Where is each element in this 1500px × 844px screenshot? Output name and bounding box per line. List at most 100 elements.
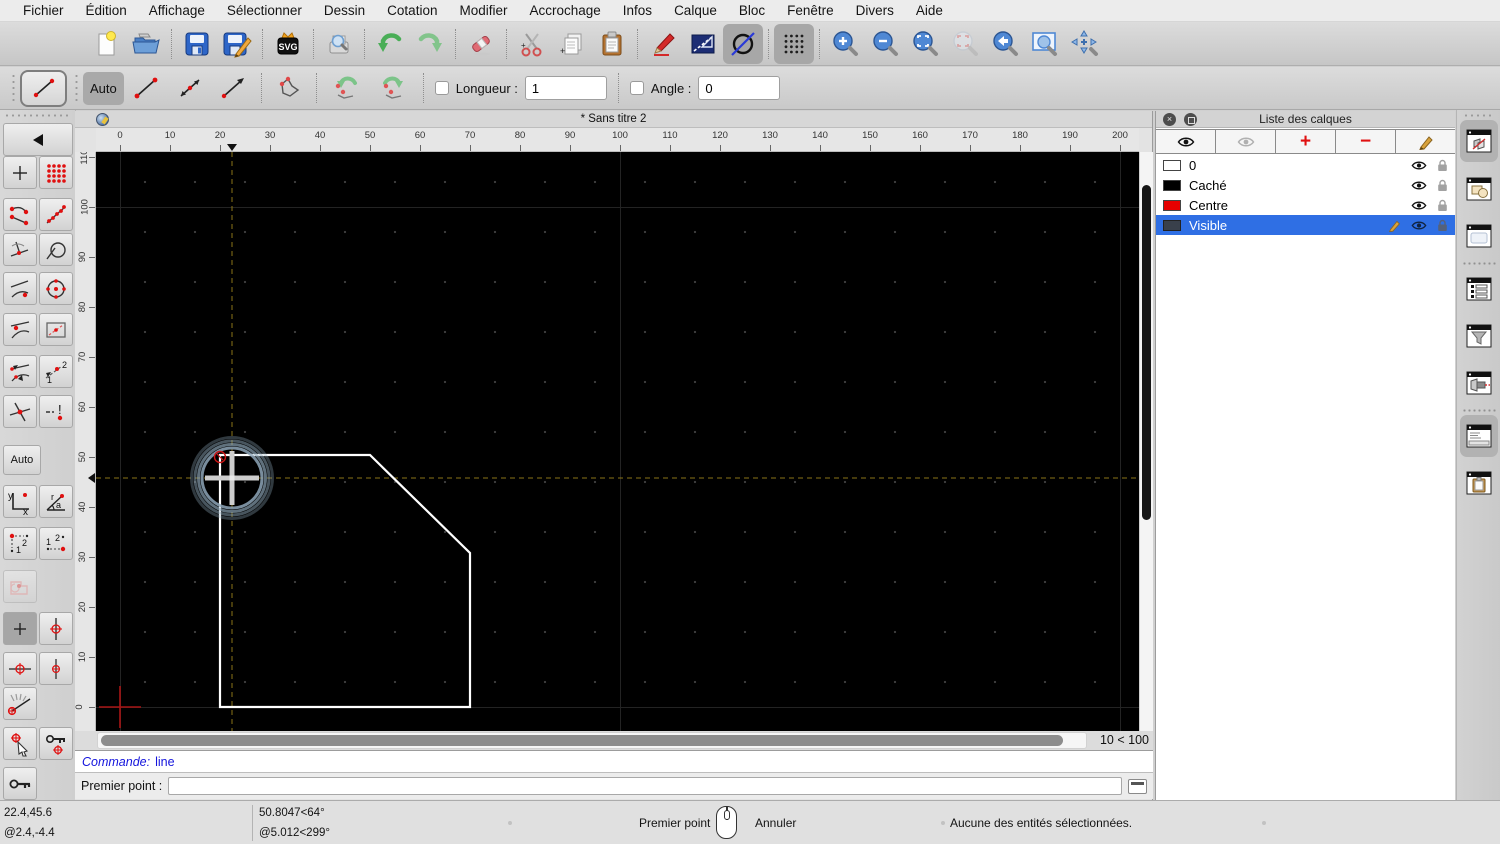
menu-selectionner[interactable]: Sélectionner [216,3,313,18]
copy-button[interactable]: + [552,24,592,64]
layer-row-cache[interactable]: Caché [1156,175,1455,195]
open-file-button[interactable] [126,24,166,64]
print-preview-button[interactable] [319,24,359,64]
menu-dessin[interactable]: Dessin [313,3,376,18]
command-input[interactable] [168,777,1122,795]
toolbar-handle[interactable] [1463,113,1493,118]
toggle-block-list-button[interactable] [1460,168,1498,210]
snap-grid-button[interactable] [39,156,73,189]
length-input[interactable] [525,76,607,100]
restrict-horizontal-button[interactable] [3,652,37,685]
remove-layer-button[interactable]: − [1336,130,1396,153]
zoom-in-button[interactable] [825,24,865,64]
horizontal-scrollbar-thumb[interactable] [101,735,1063,746]
menu-infos[interactable]: Infos [612,3,663,18]
restrict-orthogonal-button[interactable] [39,652,73,685]
zoom-selected-button[interactable] [945,24,985,64]
layer-lock-icon[interactable] [1437,219,1448,232]
menu-cotation[interactable]: Cotation [376,3,448,18]
vertical-scrollbar[interactable] [1139,152,1153,731]
toggle-layer-list-button[interactable] [1460,120,1498,162]
snap-middle-button[interactable] [3,313,37,346]
layer-color-swatch[interactable] [1163,220,1181,231]
lineweight-preview-button[interactable] [683,24,723,64]
zoom-window-button[interactable] [1025,24,1065,64]
layer-lock-icon[interactable] [1437,179,1448,192]
toggle-property-editor-button[interactable] [1460,268,1498,310]
menu-modifier[interactable]: Modifier [448,3,518,18]
layer-color-swatch[interactable] [1163,180,1181,191]
undo-button[interactable] [370,24,410,64]
angle-checkbox[interactable] [630,81,644,95]
cut-button[interactable]: + [512,24,552,64]
restrict-free-button[interactable] [3,612,37,645]
toggle-pen-palette-button[interactable] [1460,362,1498,404]
menu-affichage[interactable]: Affichage [138,3,216,18]
layer-row-visible[interactable]: Visible [1156,215,1455,235]
redo-segment-button[interactable] [370,72,418,105]
toolbar-handle[interactable] [11,73,17,103]
zoom-previous-button[interactable] [985,24,1025,64]
line-horizontal-button[interactable] [212,72,256,105]
layer-visibility-icon[interactable] [1411,180,1427,191]
snap-intersection-manual-button[interactable]: ! [39,395,73,428]
toolbar-handle[interactable] [74,73,80,103]
snap-endpoint-button[interactable] [3,198,37,231]
line-two-points-button[interactable] [124,72,168,105]
line-angle-button[interactable] [168,72,212,105]
draw-pen-button[interactable] [643,24,683,64]
key-button[interactable] [3,767,37,800]
toggle-library-browser-button[interactable] [1460,215,1498,257]
snap-intersection-button[interactable] [3,395,37,428]
length-checkbox[interactable] [435,81,449,95]
toolbar-handle[interactable] [4,113,68,118]
document-titlebar[interactable]: * Sans titre 2 [75,111,1152,128]
menu-aide[interactable]: Aide [905,3,954,18]
drawing-canvas[interactable] [96,152,1139,731]
toggle-selection-filter-button[interactable] [1460,315,1498,357]
restrict-nothing-button[interactable] [3,570,37,603]
menu-fenetre[interactable]: Fenêtre [776,3,845,18]
vertical-scrollbar-thumb[interactable] [1142,185,1151,520]
close-polyline-button[interactable] [267,72,311,105]
menu-fichier[interactable]: Fichier [12,3,75,18]
menu-calque[interactable]: Calque [663,3,728,18]
menu-accrochage[interactable]: Accrochage [518,3,611,18]
coords-cartesian-button[interactable]: yx [3,485,37,518]
zoom-auto-button[interactable] [905,24,945,64]
save-button[interactable] [177,24,217,64]
lock-relative-zero-button[interactable] [39,727,73,760]
snap-auto-button[interactable]: Auto [3,445,41,475]
layer-color-swatch[interactable] [1163,200,1181,211]
back-button[interactable] [3,123,73,156]
export-svg-button[interactable]: SVG [268,24,308,64]
menu-edition[interactable]: Édition [75,3,138,18]
line-option-auto-button[interactable]: Auto [83,72,124,105]
command-options-button[interactable] [1128,779,1147,794]
current-tool-line-button[interactable] [20,70,67,107]
snap-distance-button[interactable] [3,355,37,388]
layer-visibility-icon[interactable] [1411,160,1427,171]
snap-perpendicular-button[interactable] [3,233,37,266]
toggle-clipboard-button[interactable] [1460,462,1498,504]
menu-bloc[interactable]: Bloc [728,3,776,18]
horizontal-scrollbar[interactable] [97,732,1087,749]
toggle-command-widget-button[interactable] [1460,415,1498,457]
hide-all-layers-button[interactable] [1216,130,1276,153]
layer-lock-icon[interactable] [1437,159,1448,172]
snap-free-button[interactable] [3,156,37,189]
set-relative-zero-button[interactable] [3,727,37,760]
menu-divers[interactable]: Divers [845,3,905,18]
snap-distance-manual-button[interactable]: 12 [39,355,73,388]
layer-row-0[interactable]: 0 [1156,155,1455,175]
set-angle-button[interactable] [3,687,37,720]
restrict-vertical-button[interactable] [39,612,73,645]
grid-toggle-button[interactable] [774,24,814,64]
snap-center-button[interactable] [39,272,73,305]
redo-button[interactable] [410,24,450,64]
edit-layer-button[interactable] [1396,130,1455,153]
zoom-pan-button[interactable] [1065,24,1105,64]
delete-eraser-button[interactable] [461,24,501,64]
angle-input[interactable] [698,76,780,100]
add-layer-button[interactable]: + [1276,130,1336,153]
